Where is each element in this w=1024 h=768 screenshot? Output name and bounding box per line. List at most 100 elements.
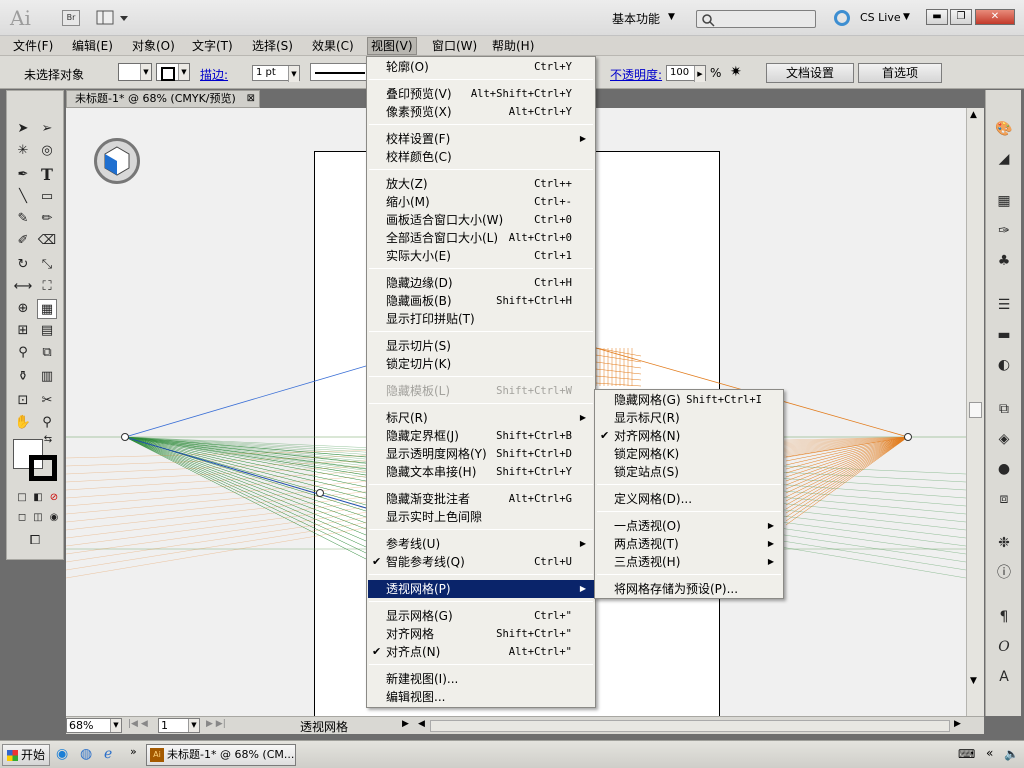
perspective-submenu-item[interactable]: 两点透视(T) ▶ <box>596 535 782 553</box>
color-panel-icon[interactable]: 🎨 <box>992 118 1016 140</box>
view-menu-item[interactable]: 放大(Z) Ctrl++ <box>368 175 594 193</box>
cs-live-button[interactable]: CS Live <box>860 11 901 24</box>
view-menu-item[interactable]: 实际大小(E) Ctrl+1 <box>368 247 594 265</box>
search-input[interactable] <box>696 10 816 28</box>
document-setup-button[interactable]: 文档设置 <box>766 63 854 83</box>
menu-help[interactable]: 帮助(H) <box>489 38 537 54</box>
scroll-thumb[interactable] <box>969 402 982 418</box>
symbols-icon[interactable]: ♣ <box>992 250 1016 272</box>
close-icon[interactable]: ⊠ <box>247 91 255 107</box>
pencil-tool-icon[interactable]: ✏ <box>37 209 57 229</box>
hand-tool-icon[interactable]: ✋ <box>13 413 33 433</box>
view-menu-item[interactable]: 轮廓(O) Ctrl+Y <box>368 58 594 76</box>
magic-wand-tool-icon[interactable]: ✳ <box>13 141 33 161</box>
none-mode-icon[interactable]: ⊘ <box>47 491 61 505</box>
perspective-submenu-item[interactable]: 一点透视(O) ▶ <box>596 517 782 535</box>
scale-tool-icon[interactable]: ⤡ <box>37 255 57 275</box>
view-menu-item[interactable]: 叠印预览(V) Alt+Shift+Ctrl+Y <box>368 85 594 103</box>
blob-brush-tool-icon[interactable]: ✐ <box>13 231 33 251</box>
info-icon[interactable]: ⓘ <box>992 562 1016 584</box>
view-menu-item[interactable]: 标尺(R) ▶ <box>368 409 594 427</box>
horizontal-scrollbar[interactable] <box>430 720 950 732</box>
opacity-field[interactable]: 100 ▶ <box>666 65 706 82</box>
explorer-icon[interactable]: ◍ <box>80 746 92 762</box>
view-menu-item[interactable]: 校样颜色(C) <box>368 148 594 166</box>
more-apps-icon[interactable]: » <box>130 745 137 758</box>
status-menu-icon[interactable]: ▶ <box>402 719 409 729</box>
bridge-button[interactable]: Br <box>62 10 80 26</box>
menu-select[interactable]: 选择(S) <box>249 38 296 54</box>
symbol-sprayer-tool-icon[interactable]: ⚱ <box>13 367 33 387</box>
volume-icon[interactable]: 🔈 <box>1004 747 1019 761</box>
navigator-icon[interactable]: ❉ <box>992 532 1016 554</box>
blend-tool-icon[interactable]: ⧉ <box>37 343 57 363</box>
stroke-weight-field[interactable]: 1 pt ▼ <box>252 65 300 82</box>
view-menu-item[interactable]: 新建视图(I)... <box>368 670 594 688</box>
chevron-down-icon[interactable]: ▼ <box>288 66 299 82</box>
status-text[interactable]: 透视网格 <box>300 718 348 735</box>
appearance-icon[interactable]: ⧉ <box>992 398 1016 420</box>
transparency-icon[interactable]: ◐ <box>992 354 1016 376</box>
mesh-tool-icon[interactable]: ⊞ <box>13 321 33 341</box>
recolor-icon[interactable]: ✷ <box>730 64 742 80</box>
view-menu-item[interactable]: 参考线(U) ▶ <box>368 535 594 553</box>
fill-color-swatch[interactable]: ▼ <box>118 63 152 81</box>
workspace-switcher[interactable]: 基本功能 <box>612 10 660 27</box>
character-icon[interactable]: A <box>992 666 1016 688</box>
rotate-tool-icon[interactable]: ↻ <box>13 255 33 275</box>
paragraph-icon[interactable]: ¶ <box>992 606 1016 628</box>
column-graph-tool-icon[interactable]: ▥ <box>37 367 57 387</box>
minimize-button[interactable]: ▬ <box>926 9 948 25</box>
view-menu-item[interactable]: 锁定切片(K) <box>368 355 594 373</box>
swatches-icon[interactable]: ▦ <box>992 190 1016 212</box>
paintbrush-tool-icon[interactable]: ✎ <box>13 209 33 229</box>
eyedropper-tool-icon[interactable]: ⚲ <box>13 343 33 363</box>
artboard-number-field[interactable]: 1 ▼ <box>158 718 200 733</box>
stroke-panel-icon[interactable]: ☰ <box>992 294 1016 316</box>
menu-file[interactable]: 文件(F) <box>10 38 56 54</box>
view-menu-item[interactable]: 隐藏边缘(D) Ctrl+H <box>368 274 594 292</box>
close-button[interactable]: ✕ <box>975 9 1015 25</box>
menu-effect[interactable]: 效果(C) <box>309 38 357 54</box>
chevron-down-icon[interactable]: ▼ <box>188 719 199 732</box>
vertical-scrollbar[interactable]: ▲ ▼ <box>966 108 984 716</box>
swap-colors-icon[interactable]: ⇆ <box>41 433 55 447</box>
zoom-field[interactable]: 68% ▼ <box>66 718 122 733</box>
internet-explorer-icon[interactable]: ℯ <box>104 746 112 762</box>
width-tool-icon[interactable]: ⟷ <box>13 277 33 297</box>
graphic-styles-icon[interactable]: ● <box>992 458 1016 480</box>
view-menu-item[interactable]: ✔ 对齐点(N) Alt+Ctrl+" <box>368 643 594 661</box>
scroll-down-icon[interactable]: ▼ <box>970 676 977 686</box>
eraser-tool-icon[interactable]: ⌫ <box>37 231 57 251</box>
view-menu-item[interactable]: 显示网格(G) Ctrl+" <box>368 607 594 625</box>
document-tab[interactable]: 未标题-1* @ 68% (CMYK/预览) ⊠ <box>66 90 260 108</box>
type-tool-icon[interactable]: T <box>37 165 57 185</box>
perspective-submenu-item[interactable]: 锁定站点(S) <box>596 463 782 481</box>
gradient-mode-icon[interactable]: ◧ <box>31 491 45 505</box>
chevron-down-icon[interactable]: ▼ <box>140 64 151 80</box>
gradient-panel-icon[interactable]: ▬ <box>992 324 1016 346</box>
draw-normal-icon[interactable]: ◻ <box>15 511 29 525</box>
artboards-icon[interactable]: ⧈ <box>992 488 1016 510</box>
view-menu-item[interactable]: 对齐网格 Shift+Ctrl+" <box>368 625 594 643</box>
view-menu-item[interactable]: 透视网格(P) ▶ <box>368 580 594 598</box>
view-menu-item[interactable]: 显示打印拼贴(T) <box>368 310 594 328</box>
view-menu-item[interactable]: ✔ 智能参考线(Q) Ctrl+U <box>368 553 594 571</box>
stroke-color-swatch[interactable]: ▼ <box>156 63 190 81</box>
perspective-submenu-item[interactable]: 显示标尺(R) <box>596 409 782 427</box>
scroll-up-icon[interactable]: ▲ <box>970 110 977 120</box>
chevron-down-icon[interactable]: ▼ <box>178 64 189 80</box>
menu-object[interactable]: 对象(O) <box>129 38 178 54</box>
menu-edit[interactable]: 编辑(E) <box>69 38 116 54</box>
view-menu-item[interactable]: 显示透明度网格(Y) Shift+Ctrl+D <box>368 445 594 463</box>
view-menu-item[interactable]: 隐藏文本串接(H) Shift+Ctrl+Y <box>368 463 594 481</box>
selection-tool-icon[interactable]: ➤ <box>13 119 33 139</box>
chevron-right-icon[interactable]: ▶ <box>694 66 705 82</box>
taskbar-illustrator-item[interactable]: 未标题-1* @ 68% (CM... <box>146 744 296 766</box>
draw-inside-icon[interactable]: ◉ <box>47 511 61 525</box>
grid-handle[interactable] <box>121 433 129 441</box>
perspective-submenu-item[interactable]: 隐藏网格(G) Shift+Ctrl+I <box>596 391 782 409</box>
view-menu-item[interactable]: 隐藏定界框(J) Shift+Ctrl+B <box>368 427 594 445</box>
view-menu-item[interactable]: 编辑视图... <box>368 688 594 706</box>
start-button[interactable]: 开始 <box>2 744 50 766</box>
